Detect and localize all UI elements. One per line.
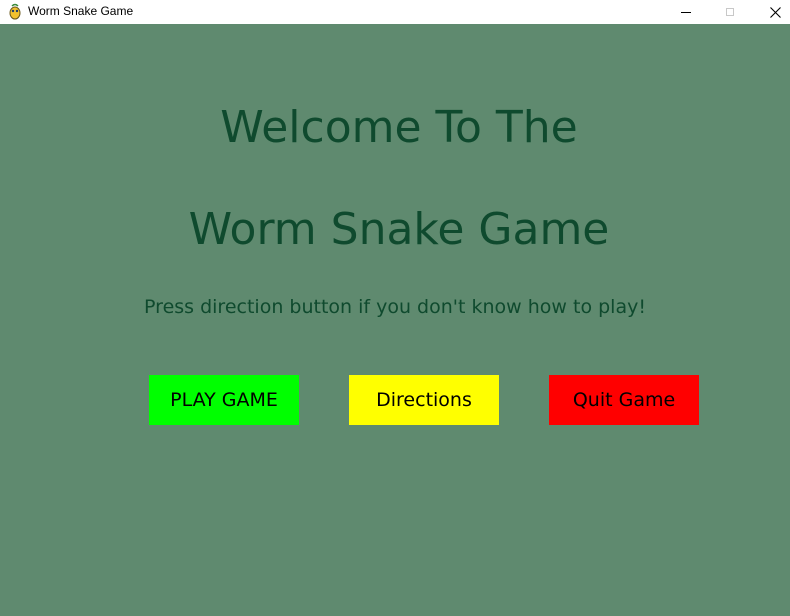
game-canvas: Welcome To The Worm Snake Game Press dir… (0, 24, 790, 616)
game-title-heading: Worm Snake Game (188, 204, 610, 255)
window-title: Worm Snake Game (28, 4, 134, 18)
quit-game-button[interactable]: Quit Game (549, 375, 699, 425)
minimize-button[interactable] (663, 0, 709, 24)
welcome-heading: Welcome To The (220, 102, 578, 153)
maximize-button[interactable] (707, 0, 753, 24)
minimize-icon (681, 11, 691, 13)
app-icon (9, 3, 21, 20)
directions-button[interactable]: Directions (349, 375, 499, 425)
close-icon (769, 6, 781, 18)
maximize-icon (726, 8, 734, 16)
instruction-text: Press direction button if you don't know… (144, 296, 646, 318)
close-button[interactable] (752, 0, 790, 24)
window-titlebar[interactable]: Worm Snake Game (0, 0, 790, 24)
play-game-button[interactable]: PLAY GAME (149, 375, 299, 425)
